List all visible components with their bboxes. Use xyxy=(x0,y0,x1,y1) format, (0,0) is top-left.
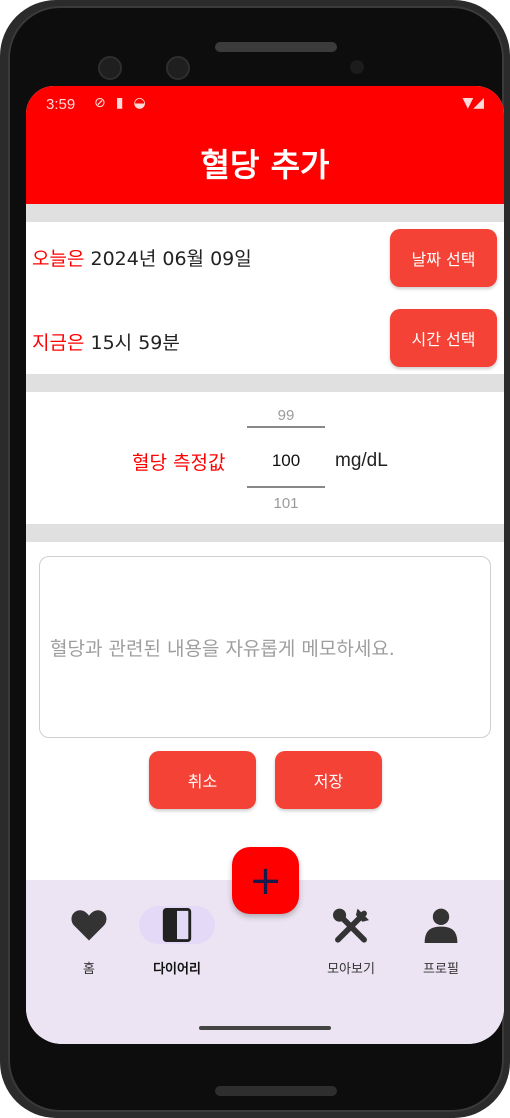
page-title: 혈당 추가 xyxy=(200,146,330,184)
section-divider xyxy=(26,204,504,222)
nav-icon-container xyxy=(51,906,127,944)
nav-icon-container xyxy=(313,906,389,944)
person-icon xyxy=(424,908,458,943)
nav-icon-container xyxy=(403,906,479,944)
nav-item-profile[interactable]: 프로필 xyxy=(396,906,486,977)
nav-label-diary: 다이어리 xyxy=(153,962,201,977)
save-button[interactable]: 저장 xyxy=(275,751,382,809)
select-time-button[interactable]: 시간 선택 xyxy=(390,309,497,367)
status-bar: 3:59 ⊘ ▮ ◒ ▼◢ xyxy=(26,86,504,122)
picker-current-value[interactable]: 100 xyxy=(246,451,326,471)
status-icons-left: ⊘ ▮ ◒ xyxy=(94,95,146,111)
memo-placeholder: 혈당과 관련된 내용을 자유롭게 메모하세요. xyxy=(50,637,395,660)
picker-prev-value[interactable]: 99 xyxy=(246,407,326,424)
picker-divider-bottom xyxy=(247,486,325,488)
memo-input[interactable]: 혈당과 관련된 내용을 자유롭게 메모하세요. xyxy=(39,556,491,738)
front-sensor-icon xyxy=(166,56,190,80)
date-prefix: 오늘은 xyxy=(32,248,85,270)
status-time: 3:59 xyxy=(46,96,76,113)
android-icon: ◒ xyxy=(133,95,146,111)
date-row: 오늘은 2024년 06월 09일 xyxy=(32,244,252,271)
picker-next-value[interactable]: 101 xyxy=(246,495,326,512)
glucose-unit: mg/dL xyxy=(335,450,388,471)
diary-icon xyxy=(162,908,192,942)
phone-frame: 3:59 ⊘ ▮ ◒ ▼◢ 혈당 추가 오늘은 2024년 06월 09일 날짜… xyxy=(0,0,510,1118)
home-indicator[interactable] xyxy=(199,1026,331,1030)
section-divider xyxy=(26,524,504,542)
cancel-button[interactable]: 취소 xyxy=(149,751,256,809)
plus-icon: + xyxy=(248,857,283,904)
proximity-sensor xyxy=(350,60,364,74)
time-prefix: 지금은 xyxy=(32,332,85,354)
signal-icon: ◢ xyxy=(473,95,484,111)
time-row: 지금은 15시 59분 xyxy=(32,328,180,355)
nav-item-home[interactable]: 홈 xyxy=(44,906,134,977)
app-screen: 3:59 ⊘ ▮ ◒ ▼◢ 혈당 추가 오늘은 2024년 06월 09일 날짜… xyxy=(26,86,504,1044)
nav-label-home: 홈 xyxy=(83,962,95,977)
picker-divider-top xyxy=(247,426,325,428)
section-divider xyxy=(26,374,504,392)
status-icons-right: ▼◢ xyxy=(462,95,484,111)
add-fab-button[interactable]: + xyxy=(232,847,299,914)
nav-item-diary[interactable]: 다이어리 xyxy=(132,906,222,977)
bottom-speaker xyxy=(215,1086,337,1096)
nav-active-indicator xyxy=(139,906,215,944)
nav-label-collection: 모아보기 xyxy=(327,962,375,977)
glucose-label: 혈당 측정값 xyxy=(132,452,226,474)
utensils-icon xyxy=(333,908,369,943)
sd-card-icon: ▮ xyxy=(115,95,124,111)
front-camera-icon xyxy=(98,56,122,80)
nav-item-collection[interactable]: 모아보기 xyxy=(306,906,396,977)
app-header: 혈당 추가 xyxy=(26,122,504,204)
heart-icon xyxy=(71,910,107,941)
date-value: 2024년 06월 09일 xyxy=(90,248,252,270)
time-value: 15시 59분 xyxy=(90,332,180,354)
no-disturb-icon: ⊘ xyxy=(94,95,106,111)
select-date-button[interactable]: 날짜 선택 xyxy=(390,229,497,287)
earpiece-speaker xyxy=(215,42,337,52)
nav-label-profile: 프로필 xyxy=(423,962,459,977)
wifi-icon: ▼ xyxy=(462,95,474,111)
